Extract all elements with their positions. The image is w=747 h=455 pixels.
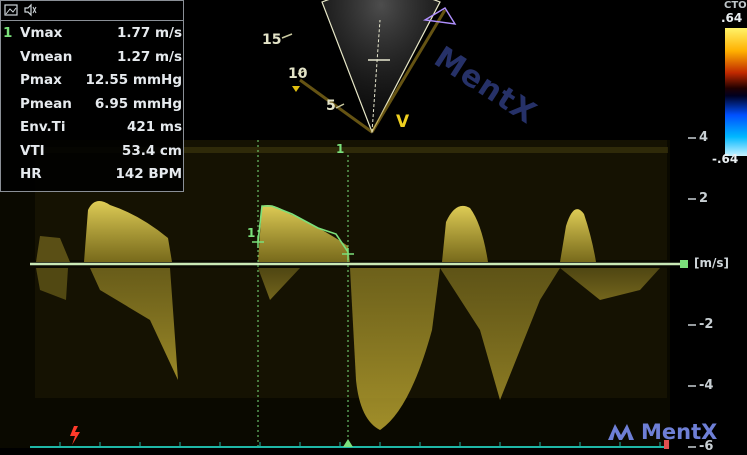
- color-bar-min-label: -.64: [712, 152, 739, 166]
- measurement-row-pmax: Pmax 12.55 mmHg: [1, 70, 185, 94]
- scale-label-4: 4: [699, 130, 709, 145]
- scale-label-neg4: -4: [699, 378, 714, 393]
- measurement-row-vmean: Vmean 1.27 m/s: [1, 47, 185, 71]
- baseline-marker[interactable]: [680, 260, 688, 268]
- measurement-list: 1 Vmax 1.77 m/s Vmean 1.27 m/s Pmax 12.5…: [1, 23, 185, 188]
- measurement-value: 1.27 m/s: [116, 48, 182, 65]
- measurement-index: 1: [3, 25, 13, 41]
- trace-number-label: 1: [247, 226, 256, 240]
- audio-icon[interactable]: [23, 3, 37, 17]
- measurement-value: 6.95 mmHg: [94, 95, 182, 112]
- measurement-row-pmean: Pmean 6.95 mmHg: [1, 94, 185, 118]
- measurement-row-vti: VTI 53.4 cm: [1, 141, 185, 165]
- measurement-row-envti: Env.Ti 421 ms: [1, 117, 185, 141]
- measurement-value: 421 ms: [127, 119, 182, 135]
- watermark-corner-text: MentX: [641, 420, 718, 444]
- velocity-unit-label: [m/s]: [694, 256, 729, 270]
- measurement-value: 53.4 cm: [121, 142, 182, 159]
- scale-label-neg2: -2: [699, 317, 714, 332]
- measurement-label: VTI: [20, 142, 45, 159]
- depth-label-5: 5: [326, 98, 336, 114]
- measurement-value: 1.77 m/s: [116, 25, 182, 41]
- measurement-label: Vmean: [20, 48, 73, 65]
- measurement-value: 142 BPM: [115, 166, 183, 182]
- cursor-number-label: 1: [336, 142, 345, 156]
- measurement-label: Pmean: [20, 95, 72, 112]
- image-icon[interactable]: [4, 3, 18, 17]
- velocity-scale-ticks: [688, 137, 696, 448]
- watermark-corner: MentX: [607, 420, 717, 444]
- ultrasound-viewport: 15 10 5 V CTO .64 -.64 4 2 -2 -4 -6 [m/s…: [0, 0, 747, 455]
- measurement-label: Pmax: [20, 72, 62, 88]
- scale-label-2: 2: [699, 191, 709, 206]
- measurement-row-hr: HR 142 BPM: [1, 164, 185, 188]
- measurement-value: 12.55 mmHg: [85, 72, 183, 88]
- color-bar: [725, 28, 747, 156]
- depth-label-10: 10: [288, 66, 308, 82]
- measurement-panel: 1 Vmax 1.77 m/s Vmean 1.27 m/s Pmax 12.5…: [0, 0, 184, 192]
- panel-toolbar: [1, 1, 183, 21]
- probe-label: V: [396, 112, 410, 132]
- color-bar-max-label: .64: [721, 11, 743, 25]
- measurement-label: HR: [20, 166, 42, 182]
- color-bar-top-label: CTO: [724, 0, 747, 11]
- mentx-logo-icon: [608, 424, 634, 440]
- depth-label-15: 15: [262, 32, 282, 48]
- measurement-label: Env.Ti: [20, 119, 66, 135]
- measurement-row-vmax: 1 Vmax 1.77 m/s: [1, 23, 185, 47]
- measurement-label: Vmax: [20, 25, 63, 41]
- focus-marker: [292, 86, 300, 92]
